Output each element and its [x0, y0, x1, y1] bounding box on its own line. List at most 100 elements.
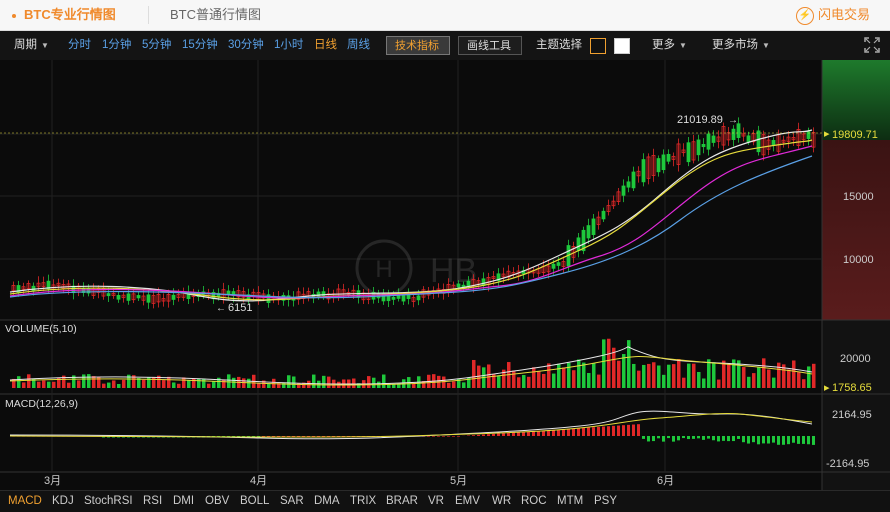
volume-bar [202, 378, 206, 388]
theme-dark-swatch[interactable] [590, 38, 606, 54]
interval-timeshare[interactable]: 分时 [68, 31, 91, 60]
indicator-emv[interactable]: EMV [455, 491, 480, 512]
volume-bar [647, 364, 651, 388]
macd-bar [672, 436, 675, 442]
macd-bar [722, 436, 725, 441]
volume-bar [672, 364, 676, 388]
macd-bar [772, 436, 775, 443]
volume-bar [447, 383, 451, 388]
candle-body [702, 144, 705, 146]
macd-bar [807, 436, 810, 444]
volume-bar [772, 378, 776, 388]
volume-bar [642, 365, 646, 388]
indicator-obv[interactable]: OBV [205, 491, 229, 512]
month-tick-jun: 6月 [657, 475, 674, 487]
volume-bar [572, 370, 576, 388]
volume-bar [637, 371, 641, 388]
macd-bar [587, 428, 590, 436]
volume-bar [542, 374, 546, 388]
volume-bar [802, 379, 806, 388]
volume-bar [582, 363, 586, 388]
interval-daily[interactable]: 日线 [314, 31, 337, 60]
tab-pro-chart[interactable]: BTC专业行情图 [12, 0, 116, 30]
volume-bar [657, 366, 661, 388]
indicator-mtm[interactable]: MTM [557, 491, 583, 512]
volume-bar [722, 361, 726, 388]
volume-bar [742, 367, 746, 388]
period-dropdown[interactable]: 周期▼ [14, 31, 49, 60]
interval-1hour[interactable]: 1小时 [274, 31, 303, 60]
theme-light-swatch[interactable] [614, 38, 630, 54]
macd-bar [637, 424, 640, 436]
indicator-kdj[interactable]: KDJ [52, 491, 74, 512]
indicator-dmi[interactable]: DMI [173, 491, 194, 512]
volume-bar [527, 377, 531, 388]
arrow-right-icon: → [728, 115, 738, 126]
macd-bar [537, 431, 540, 436]
macd-bar [657, 436, 660, 438]
volume-bar [322, 376, 326, 388]
more-market-label: 更多市场 [712, 39, 758, 51]
volume-bar [652, 362, 656, 388]
more-dropdown[interactable]: 更多▼ [652, 31, 687, 60]
macd-bar [562, 429, 565, 436]
indicator-wr[interactable]: WR [492, 491, 511, 512]
indicator-psy[interactable]: PSY [594, 491, 617, 512]
volume-bar [182, 377, 186, 388]
volume-bar [562, 368, 566, 388]
volume-bar [612, 348, 616, 388]
macd-bar [497, 434, 500, 436]
indicator-roc[interactable]: ROC [521, 491, 547, 512]
kline-chart[interactable]: H HB 21019.89 → ← 6151 ▸ 19809.71 15000 … [0, 60, 890, 490]
volume-bar [367, 376, 371, 388]
indicator-boll[interactable]: BOLL [240, 491, 269, 512]
indicator-brar[interactable]: BRAR [386, 491, 418, 512]
interval-30min[interactable]: 30分钟 [228, 31, 264, 60]
volume-bar [207, 384, 211, 388]
macd-bar [572, 429, 575, 436]
indicator-trix[interactable]: TRIX [350, 491, 376, 512]
indicator-macd[interactable]: MACD [8, 491, 42, 512]
candle-body [632, 172, 635, 188]
interval-5min[interactable]: 5分钟 [142, 31, 171, 60]
indicator-bar: MACD KDJ StochRSI RSI DMI OBV BOLL SAR D… [0, 490, 890, 512]
volume-bar [552, 374, 556, 388]
fullscreen-icon[interactable] [862, 35, 882, 55]
macd-bar [787, 436, 790, 444]
volume-bar [172, 382, 176, 388]
candle-body [662, 155, 665, 170]
active-dot-icon [12, 14, 16, 18]
tech-indicator-button[interactable]: 技术指标 [386, 36, 450, 55]
interval-15min[interactable]: 15分钟 [182, 31, 218, 60]
draw-tools-button[interactable]: 画线工具 [458, 36, 522, 55]
axis-up-zone [822, 60, 890, 140]
volume-bar [767, 370, 771, 388]
flash-trade-link[interactable]: ⚡闪电交易 [796, 5, 870, 25]
macd-bar [627, 425, 630, 436]
volume-bar [107, 383, 111, 388]
indicator-dma[interactable]: DMA [314, 491, 340, 512]
volume-bar [752, 373, 756, 388]
volume-bar [607, 339, 611, 388]
macd-bar [652, 436, 655, 441]
interval-1min[interactable]: 1分钟 [102, 31, 131, 60]
volume-bar [87, 374, 91, 388]
indicator-rsi[interactable]: RSI [143, 491, 162, 512]
volume-bar [287, 375, 291, 388]
candle-body [172, 295, 175, 299]
volume-title: VOLUME(5,10) [5, 323, 77, 335]
tab-normal-chart[interactable]: BTC普通行情图 [170, 0, 261, 30]
caret-down-icon: ▼ [762, 41, 770, 50]
macd-bar [687, 436, 690, 439]
macd-bar [617, 426, 620, 436]
volume-bar [532, 367, 536, 388]
indicator-stochrsi[interactable]: StochRSI [84, 491, 133, 512]
more-market-dropdown[interactable]: 更多市场 ▼ [712, 31, 770, 60]
volume-bar [187, 380, 191, 388]
indicator-vr[interactable]: VR [428, 491, 444, 512]
svg-text:H: H [375, 256, 392, 283]
macd-bar [567, 429, 570, 436]
interval-weekly[interactable]: 周线 [347, 31, 370, 60]
macd-bar [577, 428, 580, 436]
indicator-sar[interactable]: SAR [280, 491, 304, 512]
